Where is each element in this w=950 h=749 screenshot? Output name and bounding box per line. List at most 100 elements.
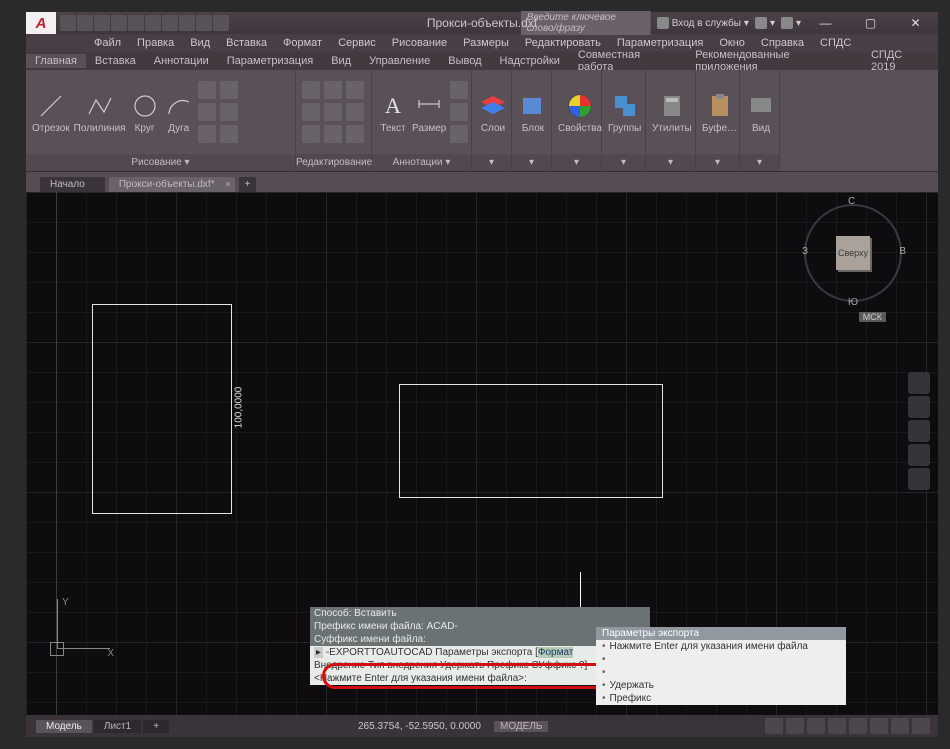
export-menu-item[interactable]: Удержать bbox=[596, 679, 846, 692]
signin-link[interactable]: Вход в службы ▾ bbox=[657, 17, 749, 29]
layout-tab-sheet[interactable]: Лист1 bbox=[94, 720, 141, 733]
utils-button[interactable]: Утилиты bbox=[652, 91, 692, 134]
nav-wheel-icon[interactable] bbox=[908, 372, 930, 394]
qat-button[interactable] bbox=[94, 15, 110, 31]
coord-system-label[interactable]: МСК bbox=[859, 312, 886, 322]
ucs-indicator[interactable]: Y X bbox=[40, 599, 110, 669]
status-toggle[interactable] bbox=[807, 718, 825, 734]
tool-icon[interactable] bbox=[346, 103, 364, 121]
tool-icon[interactable] bbox=[302, 81, 320, 99]
tool-icon[interactable] bbox=[302, 125, 320, 143]
tool-icon[interactable] bbox=[198, 125, 216, 143]
qat-button[interactable] bbox=[128, 15, 144, 31]
nav-orbit-icon[interactable] bbox=[908, 444, 930, 466]
status-toggle[interactable] bbox=[786, 718, 804, 734]
props-button[interactable]: Свойства bbox=[558, 91, 602, 134]
tool-icon[interactable] bbox=[220, 103, 238, 121]
group-edit-label[interactable]: Редактирование ▾ bbox=[296, 154, 371, 171]
tool-icon[interactable] bbox=[198, 81, 216, 99]
tool-icon[interactable] bbox=[324, 103, 342, 121]
compass-s[interactable]: Ю bbox=[848, 297, 858, 308]
search-input[interactable]: Введите ключевое слово/фразу bbox=[521, 11, 651, 35]
drawing-canvas[interactable]: 100,0000 Сверху С Ю В З МСК Y X Способ: … bbox=[26, 192, 938, 715]
status-toggle[interactable] bbox=[891, 718, 909, 734]
viewcube-top[interactable]: Сверху bbox=[836, 236, 870, 270]
tab-home[interactable]: Главная bbox=[26, 54, 86, 68]
layout-tab-model[interactable]: Модель bbox=[36, 720, 92, 733]
status-toggle[interactable] bbox=[912, 718, 930, 734]
tab-annot[interactable]: Аннотации bbox=[145, 54, 218, 68]
export-menu-item[interactable]: Префикс bbox=[596, 692, 846, 705]
help-icon[interactable]: ▾ bbox=[781, 17, 801, 29]
tool-icon[interactable] bbox=[198, 103, 216, 121]
minimize-button[interactable]: — bbox=[803, 12, 848, 34]
tab-output[interactable]: Вывод bbox=[439, 54, 490, 68]
polyline-button[interactable]: Полилиния bbox=[74, 91, 126, 134]
viewcube[interactable]: Сверху С Ю В З bbox=[798, 198, 908, 308]
close-tab-icon[interactable]: × bbox=[225, 179, 230, 189]
dim-button[interactable]: Размер bbox=[412, 91, 446, 134]
export-menu-item[interactable] bbox=[596, 666, 846, 679]
layout-tab-add[interactable]: + bbox=[143, 720, 169, 733]
clipboard-button[interactable]: Буфе… bbox=[702, 91, 737, 134]
tab-addins[interactable]: Надстройки bbox=[491, 54, 569, 68]
layers-button[interactable]: Слои bbox=[478, 91, 508, 134]
rectangle-object[interactable] bbox=[92, 304, 232, 514]
arc-button[interactable]: Дуга bbox=[164, 91, 194, 134]
exchange-icon[interactable]: ▾ bbox=[755, 17, 775, 29]
tool-icon[interactable] bbox=[324, 81, 342, 99]
close-button[interactable]: ✕ bbox=[893, 12, 938, 34]
tool-icon[interactable] bbox=[324, 125, 342, 143]
tool-icon[interactable] bbox=[220, 81, 238, 99]
tab-manage[interactable]: Управление bbox=[360, 54, 439, 68]
nav-pan-icon[interactable] bbox=[908, 396, 930, 418]
status-toggle[interactable] bbox=[849, 718, 867, 734]
menu-insert[interactable]: Вставка bbox=[218, 37, 275, 49]
export-menu-item[interactable]: Нажмите Enter для указания имени файла bbox=[596, 640, 846, 653]
qat-button[interactable] bbox=[196, 15, 212, 31]
tool-icon[interactable] bbox=[450, 125, 468, 143]
qat-button[interactable] bbox=[145, 15, 161, 31]
model-space-label[interactable]: МОДЕЛЬ bbox=[494, 721, 548, 732]
tab-view[interactable]: Вид bbox=[322, 54, 360, 68]
maximize-button[interactable]: ▢ bbox=[848, 12, 893, 34]
tool-icon[interactable] bbox=[450, 103, 468, 121]
app-logo[interactable]: A bbox=[26, 12, 56, 34]
menu-tools[interactable]: Сервис bbox=[330, 37, 384, 49]
text-button[interactable]: AТекст bbox=[378, 91, 408, 134]
status-toggle[interactable] bbox=[828, 718, 846, 734]
status-toggle[interactable] bbox=[765, 718, 783, 734]
tab-document[interactable]: Прокси-объекты.dxf*× bbox=[109, 177, 235, 192]
status-toggle[interactable] bbox=[870, 718, 888, 734]
qat-button[interactable] bbox=[60, 15, 76, 31]
export-menu-item[interactable] bbox=[596, 653, 846, 666]
tab-param[interactable]: Параметризация bbox=[218, 54, 322, 68]
tool-icon[interactable] bbox=[302, 103, 320, 121]
rectangle-object[interactable] bbox=[399, 384, 663, 498]
qat-button[interactable] bbox=[111, 15, 127, 31]
view-button[interactable]: Вид bbox=[746, 91, 776, 134]
circle-button[interactable]: Круг bbox=[130, 91, 160, 134]
group-annot-label[interactable]: Аннотации ▾ bbox=[372, 154, 471, 171]
tool-icon[interactable] bbox=[220, 125, 238, 143]
compass-w[interactable]: З bbox=[802, 246, 808, 257]
groups-button[interactable]: Группы bbox=[608, 91, 641, 134]
group-draw-label[interactable]: Рисование ▾ bbox=[26, 154, 295, 171]
nav-showmotion-icon[interactable] bbox=[908, 468, 930, 490]
qat-button[interactable] bbox=[179, 15, 195, 31]
compass-e[interactable]: В bbox=[899, 246, 906, 257]
qat-button[interactable] bbox=[213, 15, 229, 31]
nav-zoom-icon[interactable] bbox=[908, 420, 930, 442]
tab-add[interactable]: + bbox=[239, 177, 257, 192]
tab-insert[interactable]: Вставка bbox=[86, 54, 145, 68]
block-button[interactable]: Блок bbox=[518, 91, 548, 134]
qat-button[interactable] bbox=[77, 15, 93, 31]
line-button[interactable]: Отрезок bbox=[32, 91, 70, 134]
tab-start[interactable]: Начало bbox=[40, 177, 105, 192]
compass-n[interactable]: С bbox=[848, 196, 855, 207]
tool-icon[interactable] bbox=[450, 81, 468, 99]
menu-file[interactable]: Файл bbox=[86, 37, 129, 49]
menu-view[interactable]: Вид bbox=[182, 37, 218, 49]
menu-draw[interactable]: Рисование bbox=[384, 37, 455, 49]
tool-icon[interactable] bbox=[346, 125, 364, 143]
